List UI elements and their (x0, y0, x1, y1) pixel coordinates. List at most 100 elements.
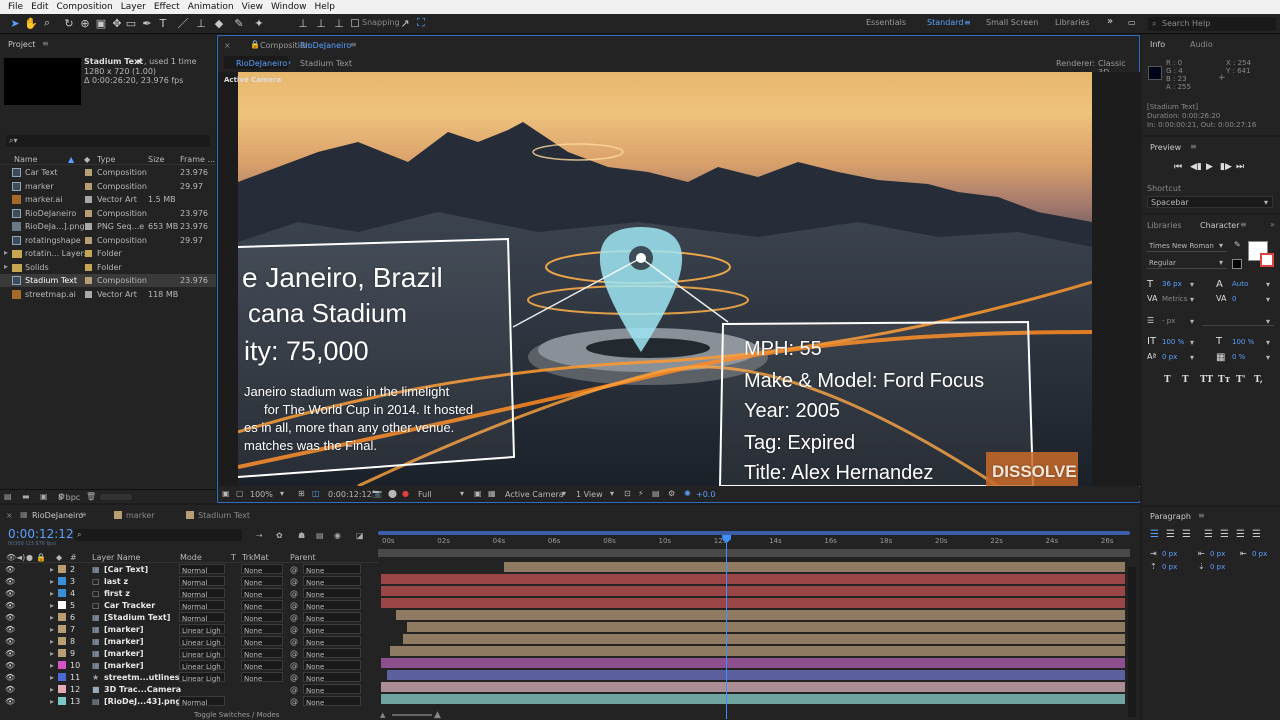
column-type[interactable]: Type (97, 155, 115, 164)
justify-center-icon[interactable]: ☰ (1220, 529, 1229, 540)
paragraph-menu-icon[interactable]: ≡ (1198, 511, 1205, 520)
layer-duration-bar[interactable] (386, 670, 1125, 680)
snap-features-icon[interactable]: ⛶ (414, 16, 428, 30)
layer-row[interactable]: 👁 ▸ 10 ▦ [marker] Linear Ligh None @ None (0, 659, 378, 671)
chevron-down-icon[interactable]: ▾ (1190, 338, 1194, 347)
layer-name[interactable]: 3D Trac...Camera (104, 685, 181, 694)
layer-duration-bar[interactable] (395, 610, 1125, 620)
preview-title[interactable]: Preview (1150, 143, 1181, 152)
local-axis-icon[interactable]: ⊥ (296, 16, 310, 30)
time-navigator[interactable] (378, 549, 1130, 557)
pickwhip-icon[interactable]: @ (290, 625, 298, 634)
indent-left-value[interactable]: 0 px (1162, 550, 1177, 558)
layer-label-color[interactable] (58, 697, 66, 705)
toggle-switches-modes[interactable]: Toggle Switches / Modes (194, 711, 279, 719)
layer-row[interactable]: 👁 ▸ 3 ▢ last z Normal None @ None (0, 575, 378, 587)
chevron-down-icon[interactable]: ▾ (1266, 353, 1270, 362)
composition-viewer[interactable]: e Janeiro, Brazil cana Stadium ity: 75,0… (218, 72, 1140, 486)
chevron-down-icon[interactable]: ▾ (1190, 353, 1194, 362)
layer-parent-dropdown[interactable]: None (303, 636, 361, 647)
layer-mode-dropdown[interactable]: Linear Ligh (179, 624, 225, 635)
vertical-scale-value[interactable]: 100 % (1162, 338, 1184, 346)
chevron-right-icon[interactable]: ▸ (50, 601, 54, 610)
layer-name[interactable]: [marker] (104, 625, 143, 634)
layer-name[interactable]: first z (104, 589, 130, 598)
font-size-value[interactable]: 36 px (1162, 280, 1182, 288)
layer-parent-dropdown[interactable]: None (303, 588, 361, 599)
draft-3d-icon[interactable]: ✿ (276, 531, 283, 540)
layer-name[interactable]: [marker] (104, 661, 143, 670)
snap-edges-icon[interactable]: ↗ (398, 16, 412, 30)
eye-icon[interactable]: 👁 (5, 673, 15, 682)
menu-layer[interactable]: Layer (117, 2, 150, 12)
toggle-search-icon[interactable]: ▭ (1128, 18, 1136, 27)
layer-name[interactable]: [Stadium Text] (104, 613, 170, 622)
layer-label-color[interactable] (58, 661, 66, 669)
column-layer-name[interactable]: Layer Name (92, 553, 140, 562)
layer-trkmat-dropdown[interactable]: None (241, 672, 283, 683)
chevron-right-icon[interactable]: ▸ (50, 685, 54, 694)
layer-name[interactable]: [marker] (104, 649, 143, 658)
layer-mode-dropdown[interactable]: Linear Ligh (179, 648, 225, 659)
layer-duration-bar[interactable] (381, 682, 1125, 692)
layer-label-color[interactable] (58, 637, 66, 645)
layer-row[interactable]: 👁 ▸ 2 ▦ [Car Text] Normal None @ None (0, 563, 378, 575)
eye-icon[interactable]: 👁 (5, 589, 15, 598)
eye-icon[interactable]: 👁 (5, 649, 15, 658)
close-icon[interactable]: × (6, 511, 13, 520)
pickwhip-icon[interactable]: @ (290, 649, 298, 658)
chevron-down-icon[interactable]: ▾ (1266, 338, 1270, 347)
align-center-icon[interactable]: ☰ (1166, 529, 1175, 540)
chevron-right-icon[interactable]: ▸ (4, 262, 8, 271)
layer-name[interactable]: Car Tracker (104, 601, 155, 610)
character-menu-icon[interactable]: ≡ (1240, 220, 1247, 229)
project-item[interactable]: ▸ rotatin... Layers Folder (0, 247, 216, 260)
project-item[interactable]: RioDeJaneiro Composition 23.976 (0, 207, 216, 220)
tsume-value[interactable]: 0 % (1232, 353, 1245, 361)
layer-row[interactable]: 👁 ▸ 4 ▢ first z Normal None @ None (0, 587, 378, 599)
align-left-icon[interactable]: ☰ (1150, 529, 1159, 540)
align-right-icon[interactable]: ☰ (1182, 529, 1191, 540)
fast-previews-icon[interactable]: ⚡ (638, 489, 644, 498)
view-axis-icon[interactable]: ⊥ (332, 16, 346, 30)
timeline-area[interactable]: 00s 02s 04s 06s 08s 10s 12s 14s 16s 18s 20s 22s 24s 2… (378, 527, 1130, 719)
time-ruler[interactable]: 00s 02s 04s 06s 08s 10s 12s 14s 16s 18s 20s 22s 24s 2… (378, 535, 1130, 549)
layer-trkmat-dropdown[interactable]: None (241, 576, 283, 587)
chevron-right-icon[interactable]: ▸ (50, 649, 54, 658)
sort-ascending-icon[interactable]: ▲ (68, 155, 74, 164)
trash-icon[interactable]: 🗑 (86, 492, 96, 501)
label-column-icon[interactable]: ◆ (84, 155, 90, 164)
eye-icon[interactable]: 👁 (5, 565, 15, 574)
thumbnail-slider[interactable] (100, 494, 132, 500)
zoom-slider[interactable] (392, 714, 432, 716)
project-item[interactable]: rotatingshape Composition 29.97 (0, 234, 216, 247)
roto-brush-icon[interactable]: ✎ (232, 16, 246, 30)
layer-parent-dropdown[interactable]: None (303, 624, 361, 635)
selection-tool-icon[interactable]: ➤ (8, 16, 22, 30)
camera-dropdown[interactable]: Active Camera (505, 490, 564, 499)
chevron-right-icon[interactable]: ▸ (50, 661, 54, 670)
chevron-down-icon[interactable]: ▾ (137, 57, 141, 66)
layer-label-color[interactable] (58, 589, 66, 597)
chevron-right-icon[interactable]: ▸ (50, 589, 54, 598)
layer-parent-dropdown[interactable]: None (303, 684, 361, 695)
project-item[interactable]: ▸ Solids Folder (0, 261, 216, 274)
chevron-right-icon[interactable]: ▸ (4, 248, 8, 257)
shy-layers-icon[interactable]: ☗ (298, 531, 305, 540)
chevron-down-icon[interactable]: ▾ (562, 489, 566, 498)
timeline-tab-stadium-text[interactable]: Stadium Text (198, 511, 250, 520)
column-frame[interactable]: Frame ... (180, 155, 215, 164)
black-swatch[interactable] (1232, 259, 1242, 269)
menu-window[interactable]: Window (267, 2, 311, 12)
project-item[interactable]: marker.ai Vector Art 1.5 MB (0, 193, 216, 206)
toggle-pixel-aspect-icon[interactable]: ⊡ (624, 489, 631, 498)
layer-parent-dropdown[interactable]: None (303, 564, 361, 575)
more-panels-icon[interactable]: » (1270, 220, 1275, 229)
playhead[interactable] (722, 535, 732, 719)
eye-icon[interactable]: 👁 (5, 601, 15, 610)
pickwhip-icon[interactable]: @ (290, 673, 298, 682)
workspace-libraries[interactable]: Libraries (1055, 18, 1090, 27)
layer-mode-dropdown[interactable]: Linear Ligh (179, 636, 225, 647)
project-search-input[interactable]: ⌕▾ (6, 135, 210, 147)
menu-composition[interactable]: Composition (53, 2, 117, 12)
